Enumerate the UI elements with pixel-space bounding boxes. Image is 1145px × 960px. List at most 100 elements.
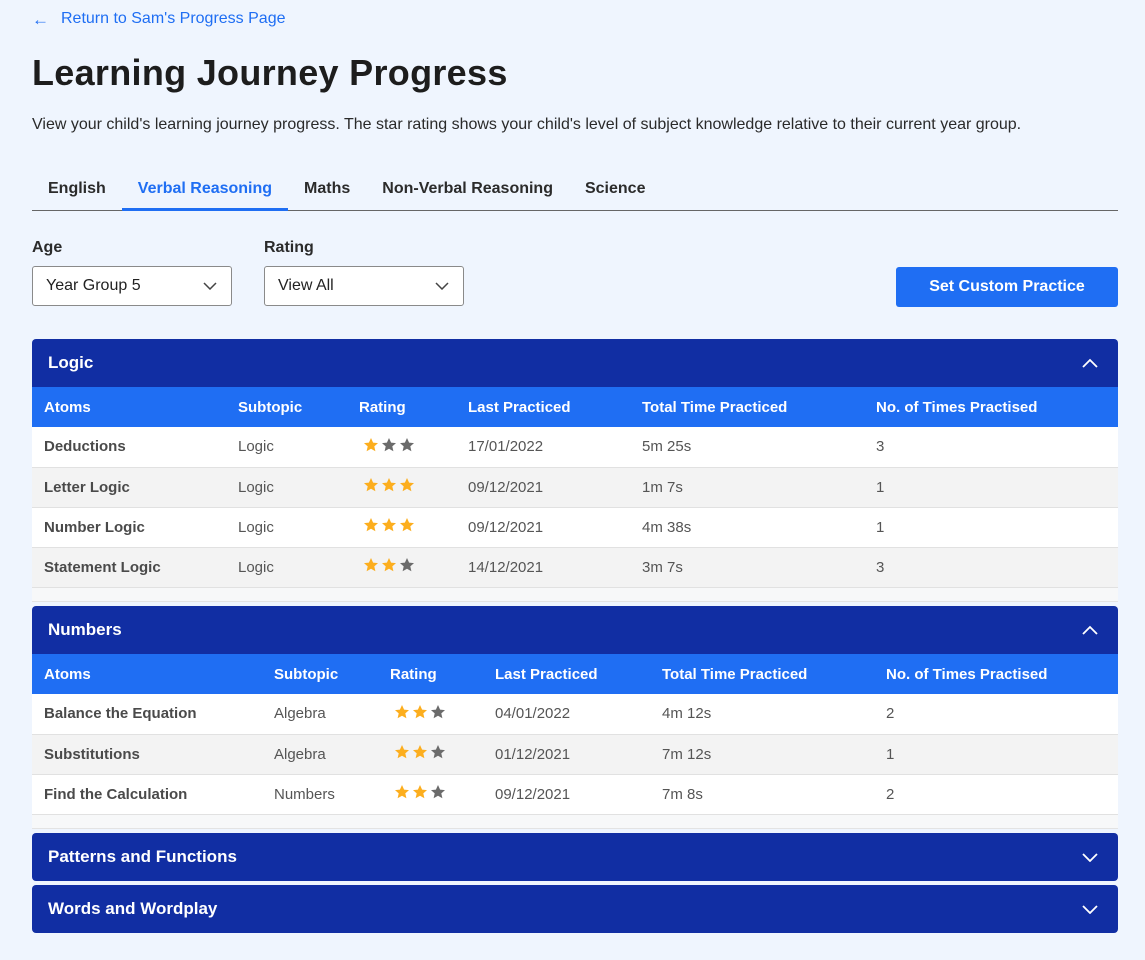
section-title: Patterns and Functions <box>48 847 237 866</box>
chevron-up-icon <box>1082 625 1098 635</box>
subtopic: Logic <box>238 518 274 536</box>
star-empty-icon <box>382 437 396 452</box>
rating-select[interactable]: View All <box>264 266 464 306</box>
star-empty-icon <box>431 785 445 799</box>
star-filled-icon <box>395 745 409 759</box>
times-practised: 1 <box>886 745 895 763</box>
section-header[interactable]: Words and Wordplay <box>32 885 1118 933</box>
column-header[interactable]: Subtopic <box>262 654 378 694</box>
total-time-practiced: 7m 8s <box>662 785 703 803</box>
column-header[interactable]: Total Time Practiced <box>650 654 874 694</box>
star-filled-icon <box>413 745 427 759</box>
arrow-left-icon: ← <box>32 9 49 29</box>
section-numbers: Numbers Atoms Subtopic Rating Last Pract… <box>32 606 1118 829</box>
atom-name: Statement Logic <box>44 558 161 576</box>
subtopic: Numbers <box>274 785 335 803</box>
subtopic: Algebra <box>274 705 326 723</box>
star-empty-icon <box>431 745 445 759</box>
table-header-row: Atoms Subtopic Rating Last Practiced Tot… <box>32 387 1118 427</box>
column-header[interactable]: No. of Times Practised <box>864 387 1118 427</box>
table-row: Find the Calculation Numbers 09/12/2021 7m … <box>32 774 1118 814</box>
atom-name: Find the Calculation <box>44 785 188 803</box>
star-filled-icon <box>364 437 378 452</box>
section-header[interactable]: Patterns and Functions <box>32 833 1118 881</box>
stars <box>394 784 446 800</box>
table-row: Deductions Logic 17/01/2022 5m 25s 3 <box>32 427 1118 467</box>
star-filled-icon <box>400 478 414 492</box>
column-header[interactable]: Rating <box>378 654 483 694</box>
total-time-practiced: 7m 12s <box>662 745 712 763</box>
star-filled-icon <box>395 704 409 719</box>
column-header[interactable]: No. of Times Practised <box>874 654 1118 694</box>
stars <box>394 704 446 720</box>
table-row: Letter Logic Logic 09/12/2021 1m 7s 1 <box>32 467 1118 507</box>
section-words-and-wordplay: Words and Wordplay <box>32 885 1118 933</box>
star-filled-icon <box>395 785 409 799</box>
atom-name: Deductions <box>44 438 126 456</box>
column-header[interactable]: Subtopic <box>226 387 347 427</box>
atoms-table: Atoms Subtopic Rating Last Practiced Tot… <box>32 387 1118 588</box>
last-practiced: 17/01/2022 <box>468 438 544 456</box>
star-filled-icon <box>382 558 396 572</box>
atoms-table: Atoms Subtopic Rating Last Practiced Tot… <box>32 654 1118 815</box>
tab-science[interactable]: Science <box>569 170 661 210</box>
column-header[interactable]: Total Time Practiced <box>630 387 864 427</box>
subtopic: Algebra <box>274 745 326 763</box>
column-header[interactable]: Rating <box>347 387 456 427</box>
star-filled-icon <box>413 704 427 719</box>
set-custom-practice-button[interactable]: Set Custom Practice <box>896 267 1118 307</box>
age-select[interactable]: Year Group 5 <box>32 266 232 306</box>
total-time-practiced: 4m 38s <box>642 518 692 536</box>
times-practised: 3 <box>876 438 885 456</box>
tab-english[interactable]: English <box>32 170 122 210</box>
total-time-practiced: 5m 25s <box>642 438 692 456</box>
star-filled-icon <box>400 518 414 532</box>
chevron-down-icon <box>1082 905 1098 914</box>
column-header[interactable]: Last Practiced <box>456 387 630 427</box>
star-rating <box>378 694 483 734</box>
star-filled-icon <box>364 478 378 492</box>
page-title: Learning Journey Progress <box>32 52 508 93</box>
times-practised: 1 <box>876 518 885 536</box>
chevron-down-icon <box>1082 853 1098 862</box>
star-rating <box>347 427 456 467</box>
table-row: Substitutions Algebra 01/12/2021 7m 12s 1 <box>32 734 1118 774</box>
column-header[interactable]: Last Practiced <box>483 654 650 694</box>
subtopic: Logic <box>238 438 274 456</box>
last-practiced: 01/12/2021 <box>495 745 571 763</box>
column-header[interactable]: Atoms <box>32 654 262 694</box>
subtopic: Logic <box>238 558 274 576</box>
star-rating <box>378 774 483 814</box>
tab-non-verbal-reasoning[interactable]: Non-Verbal Reasoning <box>366 170 569 210</box>
star-filled-icon <box>382 518 396 532</box>
subject-tabs: English Verbal Reasoning Maths Non-Verba… <box>32 170 1118 211</box>
page-description: View your child's learning journey progr… <box>32 116 1022 133</box>
back-link[interactable]: ← Return to Sam's Progress Page <box>32 10 286 28</box>
chevron-down-icon <box>435 282 449 290</box>
star-rating <box>347 507 456 547</box>
total-time-practiced: 4m 12s <box>662 705 712 723</box>
section-header[interactable]: Logic <box>32 339 1118 387</box>
age-select-value: Year Group 5 <box>46 277 141 294</box>
star-filled-icon <box>382 478 396 492</box>
chevron-down-icon <box>203 282 217 290</box>
section-title: Logic <box>48 353 94 372</box>
back-link-label: Return to Sam's Progress Page <box>61 10 286 27</box>
section-logic: Logic Atoms Subtopic Rating Last Practic… <box>32 339 1118 602</box>
tab-verbal-reasoning[interactable]: Verbal Reasoning <box>121 170 289 211</box>
section-header[interactable]: Numbers <box>32 606 1118 654</box>
star-filled-icon <box>364 518 378 532</box>
section-title: Words and Wordplay <box>48 899 218 918</box>
tab-maths[interactable]: Maths <box>288 170 366 210</box>
star-empty-icon <box>400 437 414 452</box>
star-empty-icon <box>431 704 445 719</box>
column-header[interactable]: Atoms <box>32 387 226 427</box>
times-practised: 1 <box>876 478 885 496</box>
atom-name: Number Logic <box>44 518 145 536</box>
rating-label: Rating <box>264 239 314 256</box>
star-rating <box>347 467 456 507</box>
chevron-up-icon <box>1082 358 1098 368</box>
last-practiced: 14/12/2021 <box>468 558 544 576</box>
subtopic: Logic <box>238 478 274 496</box>
table-row: Statement Logic Logic 14/12/2021 3m 7s 3 <box>32 547 1118 587</box>
